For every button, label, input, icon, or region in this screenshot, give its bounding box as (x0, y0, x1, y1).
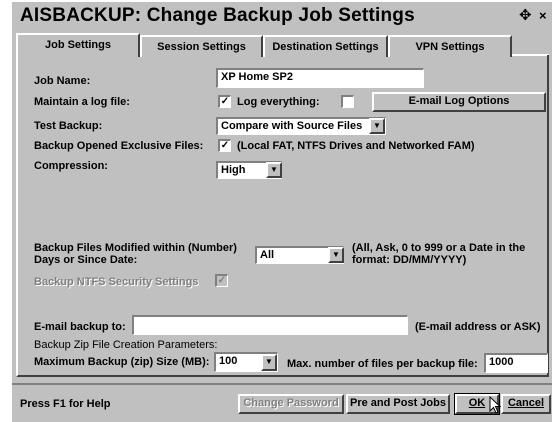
window-title: AISBACKUP: Change Backup Job Settings (20, 5, 415, 26)
opened-files-checkbox[interactable]: ✓ (218, 139, 231, 152)
maintain-log-label: Maintain a log file: (34, 96, 130, 108)
close-icon[interactable]: × (539, 8, 547, 24)
email-backup-input[interactable] (132, 315, 408, 335)
job-name-label: Job Name: (34, 75, 91, 87)
modified-value: All (260, 249, 275, 261)
email-backup-hint: (E-mail address or ASK) (415, 321, 541, 333)
email-backup-label: E-mail backup to: (34, 321, 126, 333)
tab-job-settings-label: Job Settings (44, 39, 111, 51)
zip-max-size-value: 100 (219, 355, 238, 367)
email-log-options-button[interactable]: E-mail Log Options (372, 92, 546, 112)
compression-label: Compression: (34, 160, 108, 172)
move-icon[interactable]: ✥ (519, 8, 532, 24)
test-backup-label: Test Backup: (34, 120, 103, 132)
tab-destination-settings-label: Destination Settings (272, 41, 379, 53)
tab-vpn-settings[interactable]: VPN Settings (388, 35, 512, 57)
test-backup-select[interactable]: Compare with Source Files (216, 117, 386, 135)
cancel-button[interactable]: Cancel (501, 394, 551, 414)
test-backup-value: Compare with Source Files (221, 120, 363, 132)
pre-post-jobs-button[interactable]: Pre and Post Jobs (346, 394, 450, 414)
change-password-button[interactable]: Change Password (238, 394, 344, 414)
tab-vpn-settings-label: VPN Settings (415, 41, 485, 53)
log-everything-checkbox[interactable] (341, 95, 354, 108)
footer-divider (12, 383, 552, 385)
log-everything-label: Log everything: (237, 96, 320, 108)
tab-session-settings[interactable]: Session Settings (140, 35, 263, 57)
ntfs-security-label: Backup NTFS Security Settings (34, 276, 199, 288)
cancel-button-label: Cancel (507, 397, 545, 409)
compression-value: High (221, 164, 246, 176)
tab-job-settings[interactable]: Job Settings (16, 33, 140, 57)
job-name-input[interactable]: XP Home SP2 (216, 68, 424, 88)
help-text: Press F1 for Help (20, 398, 111, 410)
max-files-input[interactable]: 1000 (484, 353, 548, 373)
chevron-down-icon[interactable]: ▼ (369, 118, 385, 134)
max-files-label: Max. number of files per backup file: (287, 358, 478, 370)
ok-button-label: OK (468, 397, 486, 409)
modified-hint-line2: format: DD/MM/YYYY) (352, 254, 467, 266)
tab-destination-settings[interactable]: Destination Settings (263, 35, 388, 57)
zip-params-header: Backup Zip File Creation Parameters: (34, 339, 218, 351)
ntfs-security-checkbox[interactable]: ✓ (215, 274, 228, 287)
maintain-log-checkbox[interactable]: ✓ (218, 95, 231, 108)
chevron-down-icon[interactable]: ▼ (266, 162, 282, 178)
tab-session-settings-label: Session Settings (157, 41, 246, 53)
chevron-down-icon[interactable]: ▼ (261, 354, 277, 371)
opened-files-note: (Local FAT, NTFS Drives and Networked FA… (237, 140, 475, 152)
zip-max-size-label: Maximum Backup (zip) Size (MB): (34, 356, 210, 368)
chevron-down-icon[interactable]: ▼ (328, 247, 344, 263)
modified-label-line2: Days or Since Date: (34, 254, 138, 266)
opened-files-label: Backup Opened Exclusive Files: (34, 140, 204, 152)
mouse-cursor-icon (489, 396, 502, 414)
